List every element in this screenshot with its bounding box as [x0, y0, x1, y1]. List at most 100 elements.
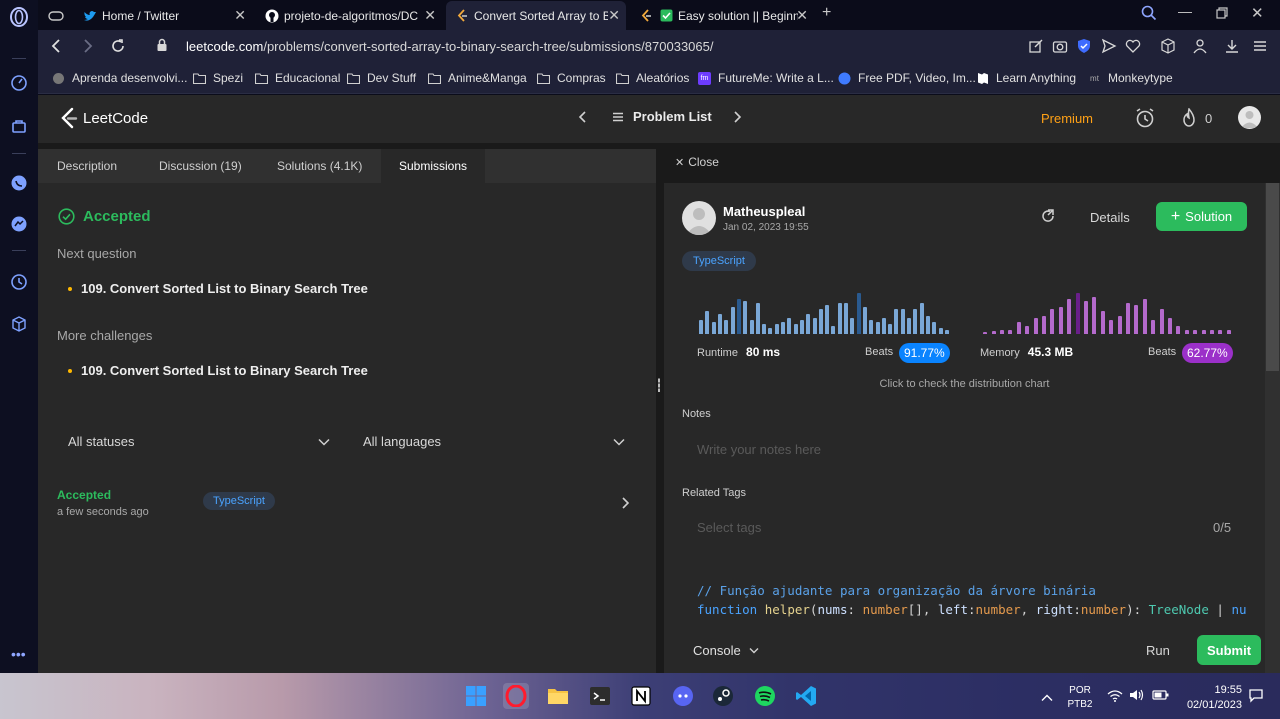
language-filter-dropdown[interactable]: All languages: [363, 434, 625, 449]
steam-icon[interactable]: [710, 683, 736, 709]
search-icon[interactable]: [1141, 5, 1157, 26]
runtime-distribution-chart[interactable]: [698, 293, 950, 334]
discord-icon[interactable]: [670, 683, 696, 709]
download-icon[interactable]: [1224, 38, 1240, 59]
tab-description[interactable]: Description: [57, 149, 117, 183]
runtime-histogram-bar: [875, 321, 880, 334]
whatsapp-icon[interactable]: [8, 172, 30, 194]
alarm-clock-icon[interactable]: [1135, 107, 1155, 134]
next-question-link[interactable]: 109. Convert Sorted List to Binary Searc…: [68, 281, 368, 296]
reload-icon[interactable]: [110, 38, 126, 59]
bookmark-item[interactable]: Free PDF, Video, Im...: [838, 71, 976, 85]
user-avatar[interactable]: [682, 201, 716, 235]
notes-input[interactable]: Write your notes here: [697, 442, 1247, 457]
notification-icon[interactable]: [1248, 687, 1264, 708]
tags-input[interactable]: Select tags: [697, 520, 761, 535]
submission-row[interactable]: Accepted a few seconds ago TypeScript: [38, 473, 656, 533]
new-tab-plus-icon[interactable]: +: [822, 4, 831, 22]
tab-github[interactable]: projeto-de-algoritmos/DC ✕: [256, 1, 442, 30]
language-indicator[interactable]: POR PTB2: [1060, 684, 1100, 712]
panel-divider[interactable]: [656, 143, 664, 673]
extensions-icon[interactable]: [1160, 38, 1176, 59]
send-icon[interactable]: [1101, 38, 1117, 59]
premium-link[interactable]: Premium: [1041, 111, 1093, 126]
code-line-function[interactable]: function helper(nums: number[], left:num…: [697, 602, 1265, 617]
bookmark-folder[interactable]: Dev Stuff: [347, 71, 416, 85]
profile-icon[interactable]: [1192, 38, 1208, 59]
bookmark-folder[interactable]: Spezi: [193, 71, 243, 85]
memory-distribution-chart[interactable]: [981, 293, 1233, 334]
globe-icon: [52, 72, 65, 85]
details-button[interactable]: Details: [1090, 210, 1130, 225]
submit-button[interactable]: Submit: [1197, 635, 1261, 665]
forward-icon[interactable]: [82, 38, 94, 59]
close-window-icon[interactable]: ✕: [1251, 4, 1264, 22]
back-icon[interactable]: [50, 38, 62, 59]
status-filter-dropdown[interactable]: All statuses: [68, 434, 330, 449]
streak-counter[interactable]: 0: [1181, 108, 1212, 128]
close-tab-icon[interactable]: ✕: [796, 7, 808, 24]
url-field[interactable]: leetcode.com/problems/convert-sorted-arr…: [186, 39, 713, 54]
bookmark-folder[interactable]: Compras: [537, 71, 606, 85]
scrollbar-thumb[interactable]: [1266, 183, 1279, 371]
notion-icon[interactable]: [628, 683, 654, 709]
battery-icon[interactable]: [1152, 688, 1170, 707]
clock[interactable]: 19:55 02/01/2023: [1178, 683, 1242, 713]
tab-discussion[interactable]: Discussion (19): [159, 149, 242, 183]
tab-submissions[interactable]: Submissions: [381, 149, 486, 183]
bookmark-label: Compras: [557, 71, 606, 85]
bookmark-folder[interactable]: Aleatórios: [616, 71, 689, 85]
opera-logo-icon[interactable]: [8, 6, 30, 28]
distribution-hint[interactable]: Click to check the distribution chart: [664, 378, 1265, 390]
tab-leetcode-active[interactable]: Convert Sorted Array to Bin ✕: [446, 1, 626, 30]
close-button[interactable]: ✕ Close: [675, 155, 719, 169]
next-problem-icon[interactable]: [732, 110, 742, 129]
code-comment-line[interactable]: // Função ajudante para organização da á…: [697, 583, 1096, 598]
restore-icon[interactable]: [1216, 6, 1228, 24]
close-tab-icon[interactable]: ✕: [424, 7, 436, 24]
close-tab-icon[interactable]: ✕: [608, 7, 620, 24]
shopping-icon[interactable]: [8, 115, 30, 137]
history-icon[interactable]: [8, 271, 30, 293]
extensions-cube-icon[interactable]: [8, 313, 30, 335]
bookmark-folder[interactable]: Anime&Manga: [428, 71, 527, 85]
opera-taskbar-icon[interactable]: [503, 683, 529, 709]
shield-icon[interactable]: [1076, 38, 1092, 59]
messenger-icon[interactable]: [8, 213, 30, 235]
volume-icon[interactable]: [1129, 688, 1145, 707]
tab-easy-solution[interactable]: Easy solution || Beginne ✕: [630, 1, 814, 30]
heart-icon[interactable]: [1125, 38, 1141, 59]
close-tab-icon[interactable]: ✕: [234, 7, 246, 24]
bookmark-item[interactable]: Aprenda desenvolvi...: [52, 71, 187, 85]
chevron-up-icon[interactable]: [1041, 689, 1053, 707]
spotify-icon[interactable]: [752, 683, 778, 709]
windows-start-icon[interactable]: [463, 683, 489, 709]
username[interactable]: Matheuspleal: [723, 204, 805, 219]
bookmark-item[interactable]: fm FutureMe: Write a L...: [698, 71, 834, 85]
bookmark-folder[interactable]: Educacional: [255, 71, 340, 85]
vscode-icon[interactable]: [793, 683, 819, 709]
edit-share-icon[interactable]: [1028, 38, 1044, 59]
share-icon[interactable]: [1040, 208, 1056, 224]
run-button[interactable]: Run: [1146, 643, 1170, 658]
more-challenge-link[interactable]: 109. Convert Sorted List to Binary Searc…: [68, 363, 368, 378]
tab-twitter[interactable]: Home / Twitter ✕: [74, 1, 252, 30]
avatar[interactable]: [1238, 106, 1261, 129]
speed-dial-icon[interactable]: [8, 72, 30, 94]
problem-list-button[interactable]: Problem List: [612, 109, 712, 124]
leetcode-logo[interactable]: LeetCode: [60, 107, 148, 129]
tab-solutions[interactable]: Solutions (4.1K): [277, 149, 362, 183]
camera-icon[interactable]: [1052, 38, 1068, 59]
minimize-icon[interactable]: —: [1178, 3, 1192, 19]
file-explorer-icon[interactable]: [545, 683, 571, 709]
console-button[interactable]: Console: [693, 643, 759, 658]
terminal-icon[interactable]: [587, 683, 613, 709]
prev-problem-icon[interactable]: [578, 110, 588, 129]
menu-icon[interactable]: [1252, 38, 1268, 59]
solution-button[interactable]: + Solution: [1156, 202, 1247, 231]
bookmark-item[interactable]: mt Monkeytype: [1088, 71, 1173, 85]
more-icon[interactable]: •••: [11, 646, 26, 662]
wifi-icon[interactable]: [1107, 689, 1123, 707]
lock-icon[interactable]: [156, 38, 168, 57]
bookmark-item[interactable]: Learn Anything: [976, 71, 1076, 85]
